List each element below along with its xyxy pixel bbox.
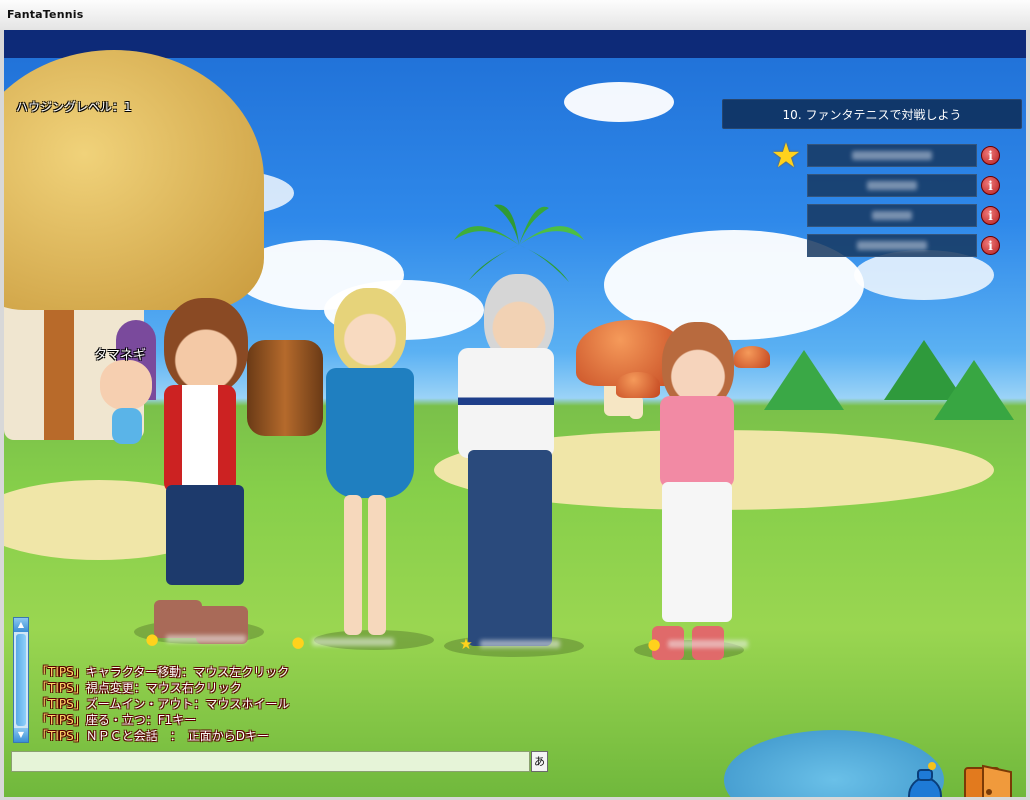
window-title: FantaTennis (7, 8, 84, 21)
chat-log: 「TIPS」キャラクター移動：マウス左クリック 「TIPS」視点変更：マウス右ク… (36, 664, 289, 744)
chat-tag: 「TIPS」 (36, 681, 86, 695)
npc-body (112, 408, 142, 444)
window-titlebar[interactable]: FantaTennis (0, 0, 1030, 31)
chat-scrollbar[interactable]: ▲ ▼ (13, 617, 29, 743)
chat-tag: 「TIPS」 (36, 697, 86, 711)
housing-level-label: ハウジングレベル：1 (16, 100, 132, 114)
party-member-slot[interactable] (807, 144, 977, 167)
star-icon: ★ (770, 136, 802, 176)
chat-input[interactable] (11, 751, 530, 772)
party-member-name (852, 151, 932, 160)
chick-icon: ● (291, 633, 305, 651)
player-name (668, 640, 748, 648)
character-leg (344, 495, 362, 635)
character-head (164, 298, 248, 394)
party-member-name (867, 181, 917, 190)
party-member-name (872, 211, 912, 220)
chat-text: キャラクター移動：マウス左クリック (85, 665, 290, 679)
top-bar (4, 30, 1026, 58)
chat-tag: 「TIPS」 (36, 713, 86, 727)
chat-tag: 「TIPS」 (36, 665, 86, 679)
chat-line: 「TIPS」ズームイン・アウト：マウスホイール (36, 696, 289, 712)
player-nameplate: ● (290, 633, 394, 651)
player-nameplate: ★ (458, 635, 560, 653)
chick-icon: ● (647, 635, 661, 653)
window-frame-right (1026, 30, 1030, 800)
party-member-slot[interactable] (807, 234, 977, 257)
party-member-slot[interactable] (807, 174, 977, 197)
character-head (334, 288, 406, 374)
character-shirt (458, 348, 554, 458)
info-icon[interactable]: i (981, 146, 1000, 165)
chat-text: 座る・立つ：F1キー (85, 713, 197, 727)
player-name (480, 640, 560, 648)
cloud (564, 82, 674, 122)
mushroom-stem (629, 395, 643, 419)
character-dress (326, 368, 414, 498)
chat-line: 「TIPS」座る・立つ：F1キー (36, 712, 289, 728)
house-roof (4, 50, 264, 310)
star-icon: ★ (459, 635, 473, 653)
chat-tag: 「TIPS」 (36, 729, 86, 743)
pine-tree (764, 350, 844, 410)
pouch-icon[interactable] (904, 760, 946, 797)
player-name (312, 638, 394, 646)
exit-door-icon[interactable] (959, 762, 1019, 797)
character-shirt (660, 396, 734, 488)
quest-banner[interactable]: 10. ファンタテニスで対戦しよう (722, 99, 1022, 129)
scroll-thumb[interactable] (16, 634, 26, 726)
scroll-up-button[interactable]: ▲ (14, 618, 28, 632)
chat-text: ＮＰＣと会話 ： 正面からDキー (85, 729, 269, 743)
party-member-slot[interactable] (807, 204, 977, 227)
npc-name-label: タマネギ (94, 348, 147, 363)
chat-line: 「TIPS」キャラクター移動：マウス左クリック (36, 664, 289, 680)
chick-icon: ● (145, 630, 159, 648)
party-member-name (857, 241, 927, 250)
cloud (854, 250, 994, 300)
player-name (166, 635, 246, 643)
ime-mode-button[interactable]: あ (531, 751, 548, 772)
info-icon[interactable]: i (981, 176, 1000, 195)
character-leg (368, 495, 386, 635)
pine-tree (934, 360, 1014, 420)
npc-head (100, 360, 152, 410)
character-shirt (164, 385, 236, 493)
mushroom-cap (734, 346, 770, 368)
info-icon[interactable]: i (981, 236, 1000, 255)
character-shorts (166, 485, 244, 585)
barrel (247, 340, 323, 436)
player-nameplate: ● (144, 630, 246, 648)
chat-text: ズームイン・アウト：マウスホイール (85, 697, 290, 711)
chat-line: 「TIPS」視点変更：マウス右クリック (36, 680, 289, 696)
character-pants (468, 450, 552, 646)
chat-text: 視点変更：マウス右クリック (85, 681, 242, 695)
scroll-down-button[interactable]: ▼ (14, 728, 28, 742)
mushroom-cap (616, 372, 660, 398)
character-pants (662, 482, 732, 622)
player-nameplate: ● (646, 635, 748, 653)
info-icon[interactable]: i (981, 206, 1000, 225)
chat-line: 「TIPS」ＮＰＣと会話 ： 正面からDキー (36, 728, 289, 744)
